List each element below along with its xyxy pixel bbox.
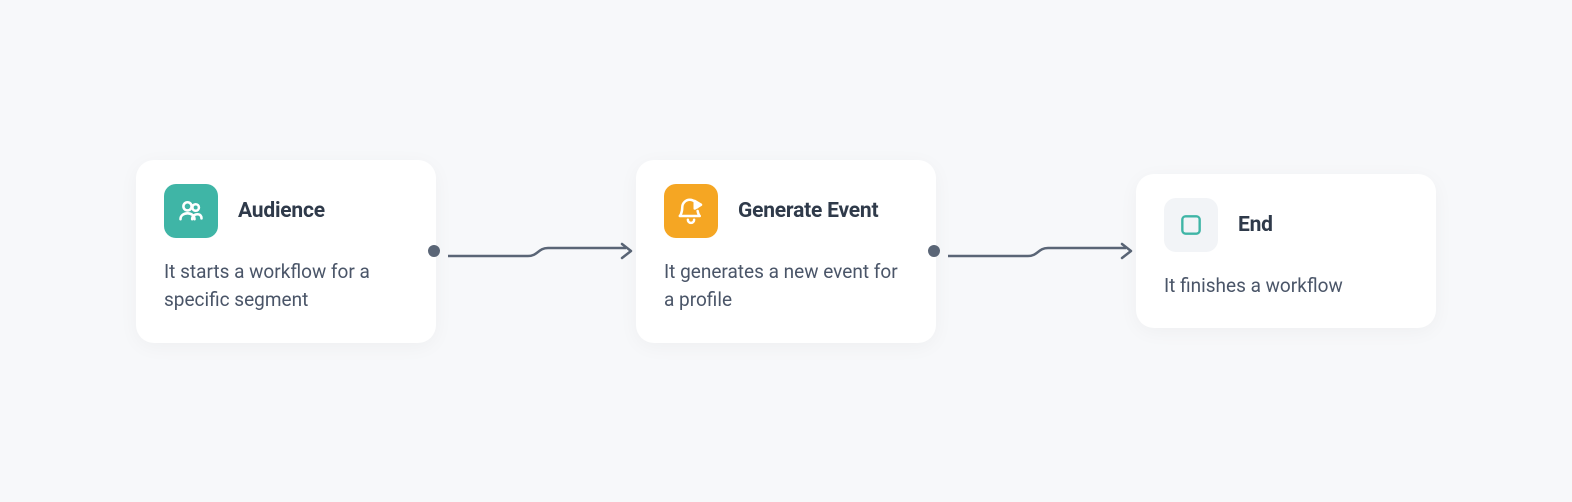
workflow-connector [428,226,638,276]
node-description: It finishes a workflow [1164,272,1408,301]
connector-line-icon [948,236,1126,266]
audience-icon [164,184,218,238]
node-header: Generate Event [664,184,908,238]
arrow-right-icon [620,242,634,260]
node-header: End [1164,198,1408,252]
workflow-node-end[interactable]: End It finishes a workflow [1136,174,1436,329]
connector-dot-icon [428,245,440,257]
node-title: Generate Event [738,199,878,223]
workflow-node-generate-event[interactable]: Generate Event It generates a new event … [636,160,936,343]
connector-dot-icon [928,245,940,257]
bell-play-icon [664,184,718,238]
node-header: Audience [164,184,408,238]
workflow-node-audience[interactable]: Audience It starts a workflow for a spec… [136,160,436,343]
workflow-connector [928,226,1138,276]
workflow-diagram: Audience It starts a workflow for a spec… [136,160,1436,343]
node-title: Audience [238,199,325,223]
connector-line-icon [448,236,626,266]
node-description: It generates a new event for a profile [664,258,908,315]
node-description: It starts a workflow for a specific segm… [164,258,408,315]
stop-icon [1164,198,1218,252]
arrow-right-icon [1120,242,1134,260]
node-title: End [1238,213,1273,237]
